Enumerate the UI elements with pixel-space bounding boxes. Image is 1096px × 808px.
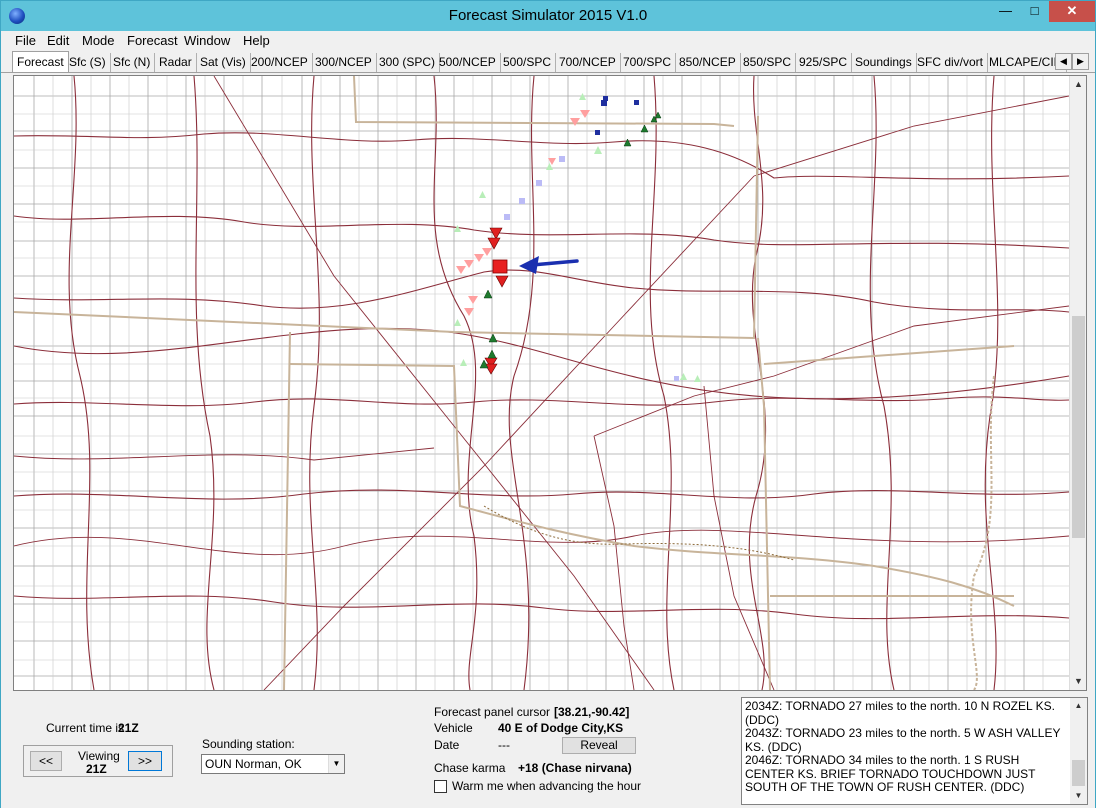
forecast-map[interactable] (14, 76, 1069, 690)
vehicle-value: 40 E of Dodge City,KS (498, 721, 624, 735)
menu-forecast[interactable]: Forecast (127, 33, 178, 48)
date-value: --- (498, 738, 510, 752)
current-time-value: 21Z (118, 721, 139, 735)
tab-sfc-s[interactable]: Sfc (S) (65, 53, 111, 72)
tab-700-spc[interactable]: 700/SPC (619, 53, 677, 72)
close-button[interactable]: ✕ (1049, 1, 1095, 22)
tab-850-spc[interactable]: 850/SPC (739, 53, 797, 72)
tab-forecast[interactable]: Forecast (12, 51, 69, 72)
tab-sfc-div-vort[interactable]: SFC div/vort (913, 53, 989, 72)
reveal-button[interactable]: Reveal (562, 737, 636, 754)
sounding-station-value: OUN Norman, OK (205, 757, 302, 771)
log-scroll-down-icon[interactable]: ▼ (1070, 788, 1087, 804)
app-window: Forecast Simulator 2015 V1.0 — □ ✕ File … (0, 0, 1096, 808)
menu-edit[interactable]: Edit (47, 33, 69, 48)
tab-scroll-left-icon[interactable]: ◀ (1055, 53, 1072, 70)
storm-reports (454, 93, 701, 382)
tab-850-ncep[interactable]: 850/NCEP (675, 53, 741, 72)
tornado-reports-past (456, 110, 590, 316)
menu-file[interactable]: File (15, 33, 36, 48)
tab-radar[interactable]: Radar (155, 53, 197, 72)
vehicle-label: Vehicle (434, 721, 473, 735)
maximize-button[interactable]: □ (1020, 1, 1049, 22)
current-time-label: Current time is (46, 721, 125, 735)
tab-sat-vis[interactable]: Sat (Vis) (196, 53, 251, 72)
warn-checkbox[interactable] (434, 780, 447, 793)
log-scroll-up-icon[interactable]: ▲ (1070, 698, 1087, 714)
tab-bar: Forecast Sfc (S) Sfc (N) Radar Sat (Vis)… (1, 51, 1095, 73)
tab-700-ncep[interactable]: 700/NCEP (555, 53, 621, 72)
cursor-label: Forecast panel cursor (434, 705, 551, 719)
viewing-label: Viewing (78, 749, 120, 763)
tab-925-spc[interactable]: 925/SPC (795, 53, 853, 72)
tab-300-ncep[interactable]: 300/NCEP (311, 53, 377, 72)
map-vertical-scrollbar[interactable]: ▲ ▼ (1069, 76, 1086, 690)
minimize-button[interactable]: — (991, 1, 1020, 22)
date-label: Date (434, 738, 460, 752)
sounding-station-label: Sounding station: (202, 737, 295, 751)
scroll-down-icon[interactable]: ▼ (1070, 673, 1087, 690)
title-bar[interactable]: Forecast Simulator 2015 V1.0 — □ ✕ (1, 1, 1095, 31)
tab-200-ncep[interactable]: 200/NCEP (247, 53, 313, 72)
window-title: Forecast Simulator 2015 V1.0 (448, 7, 648, 24)
river-border (483, 505, 795, 561)
tab-scroll-right-icon[interactable]: ▶ (1072, 53, 1089, 70)
menu-bar: File Edit Mode Forecast Window Help (1, 31, 1095, 51)
report-log[interactable]: 2034Z: TORNADO 27 miles to the north. 10… (741, 697, 1088, 805)
vehicle-location-icon[interactable] (492, 259, 508, 274)
status-panel: Current time is 21Z << Viewing 21Z >> So… (1, 693, 1095, 808)
log-scroll-thumb[interactable] (1072, 760, 1085, 786)
tab-500-ncep[interactable]: 500/NCEP (435, 53, 501, 72)
wind-reports (595, 96, 639, 135)
hail-reports (479, 111, 662, 369)
cursor-value: [38.21,-90.42] (554, 705, 630, 719)
chevron-down-icon[interactable]: ▼ (328, 755, 344, 773)
log-scrollbar[interactable]: ▲ ▼ (1070, 698, 1087, 804)
tab-300-spc[interactable]: 300 (SPC) (375, 53, 441, 72)
viewing-group: << Viewing 21Z >> (23, 745, 173, 777)
chase-karma-label: Chase karma (434, 761, 506, 775)
tab-500-spc[interactable]: 500/SPC (499, 53, 557, 72)
scroll-thumb[interactable] (1072, 316, 1085, 538)
next-hour-button[interactable]: >> (128, 751, 162, 771)
viewing-time: 21Z (86, 762, 107, 776)
menu-help[interactable]: Help (243, 33, 270, 48)
warn-checkbox-label: Warm me when advancing the hour (452, 779, 641, 793)
scroll-up-icon[interactable]: ▲ (1070, 76, 1087, 93)
report-log-text: 2034Z: TORNADO 27 miles to the north. 10… (745, 699, 1061, 794)
forecast-panel: ▲ ▼ (13, 75, 1087, 691)
map-canvas (14, 76, 1069, 690)
tab-soundings[interactable]: Soundings (851, 53, 917, 72)
sounding-station-select[interactable]: OUN Norman, OK ▼ (201, 754, 345, 774)
previous-hour-button[interactable]: << (30, 751, 62, 771)
menu-mode[interactable]: Mode (82, 33, 115, 48)
menu-window[interactable]: Window (184, 33, 230, 48)
county-lines (14, 76, 1069, 690)
chase-karma-value: +18 (Chase nirvana) (518, 761, 632, 775)
tab-sfc-n[interactable]: Sfc (N) (109, 53, 156, 72)
